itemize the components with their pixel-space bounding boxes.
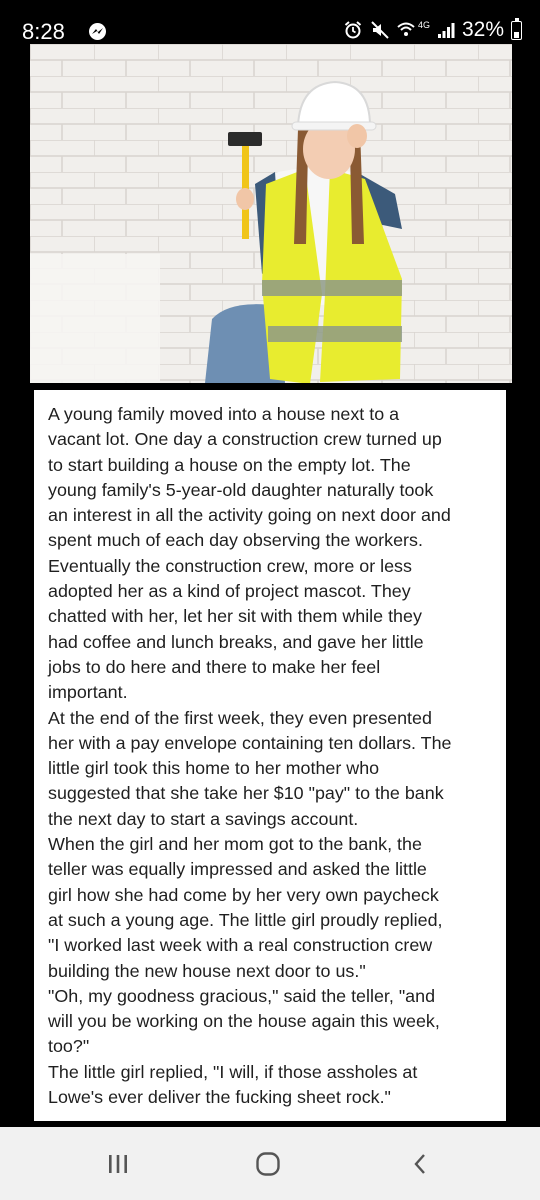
story-line: the next day to start a savings account. (48, 808, 359, 829)
story-line: jobs to do here and there to make her fe… (48, 656, 381, 677)
story-line: adopted her as a kind of project mascot.… (48, 581, 411, 602)
photo-illustration (30, 44, 512, 383)
back-icon (414, 1154, 425, 1174)
battery-percent: 32% (461, 18, 504, 41)
battery-icon (511, 17, 522, 40)
story-line: When the girl and her mom got to the ban… (48, 834, 422, 855)
signal-icon (437, 21, 455, 39)
messenger-icon (89, 23, 106, 40)
story-line: "Oh, my goodness gracious," said the tel… (48, 985, 436, 1006)
story-line: suggested that she take her $10 "pay" to… (48, 783, 444, 804)
story-line: her with a pay envelope containing ten d… (48, 732, 452, 753)
alarm-icon (343, 20, 363, 40)
post-photo[interactable] (30, 44, 512, 383)
status-time: 8:28 (22, 19, 65, 44)
story-line: "I worked last week with a real construc… (48, 935, 433, 956)
story-line: had coffee and lunch breaks, and gave he… (48, 631, 424, 652)
story-line: at such a young age. The little girl pro… (48, 909, 443, 930)
recent-apps-button[interactable] (98, 1147, 138, 1181)
story-line: vacant lot. One day a construction crew … (48, 429, 442, 450)
home-icon (256, 1152, 280, 1176)
story-card: A young family moved into a house next t… (34, 390, 506, 1121)
network-label: 4G (417, 20, 430, 30)
recent-apps-icon (109, 1155, 127, 1173)
story-line: chatted with her, let her sit with them … (48, 606, 422, 627)
story-line: A young family moved into a house next t… (48, 404, 400, 424)
story-text: A young family moved into a house next t… (48, 402, 504, 1110)
story-line: Lowe's ever deliver the fucking sheet ro… (48, 1087, 391, 1108)
story-line: teller was equally impressed and asked t… (48, 859, 427, 880)
story-line: little girl took this home to her mother… (48, 758, 380, 779)
story-line: will you be working on the house again t… (48, 1011, 440, 1032)
story-line: young family's 5-year-old daughter natur… (48, 479, 434, 500)
story-line: At the end of the first week, they even … (48, 707, 432, 728)
story-line: The little girl replied, "I will, if tho… (48, 1061, 418, 1082)
story-line: an interest in all the activity going on… (48, 505, 451, 526)
story-line: to start building a house on the empty l… (48, 454, 411, 475)
status-icons: 4G 32% (343, 17, 522, 43)
wifi-icon (397, 20, 415, 40)
mute-icon (370, 20, 390, 40)
story-line: building the new house next door to us." (48, 960, 366, 981)
navigation-bar (0, 1127, 540, 1200)
back-button[interactable] (400, 1147, 440, 1181)
story-line: Eventually the construction crew, more o… (48, 555, 412, 576)
story-line: girl how she had come by her very own pa… (48, 884, 439, 905)
story-line: too?" (48, 1036, 90, 1057)
story-line: important. (48, 682, 128, 703)
home-button[interactable] (248, 1147, 288, 1181)
story-line: spent much of each day observing the wor… (48, 530, 423, 551)
